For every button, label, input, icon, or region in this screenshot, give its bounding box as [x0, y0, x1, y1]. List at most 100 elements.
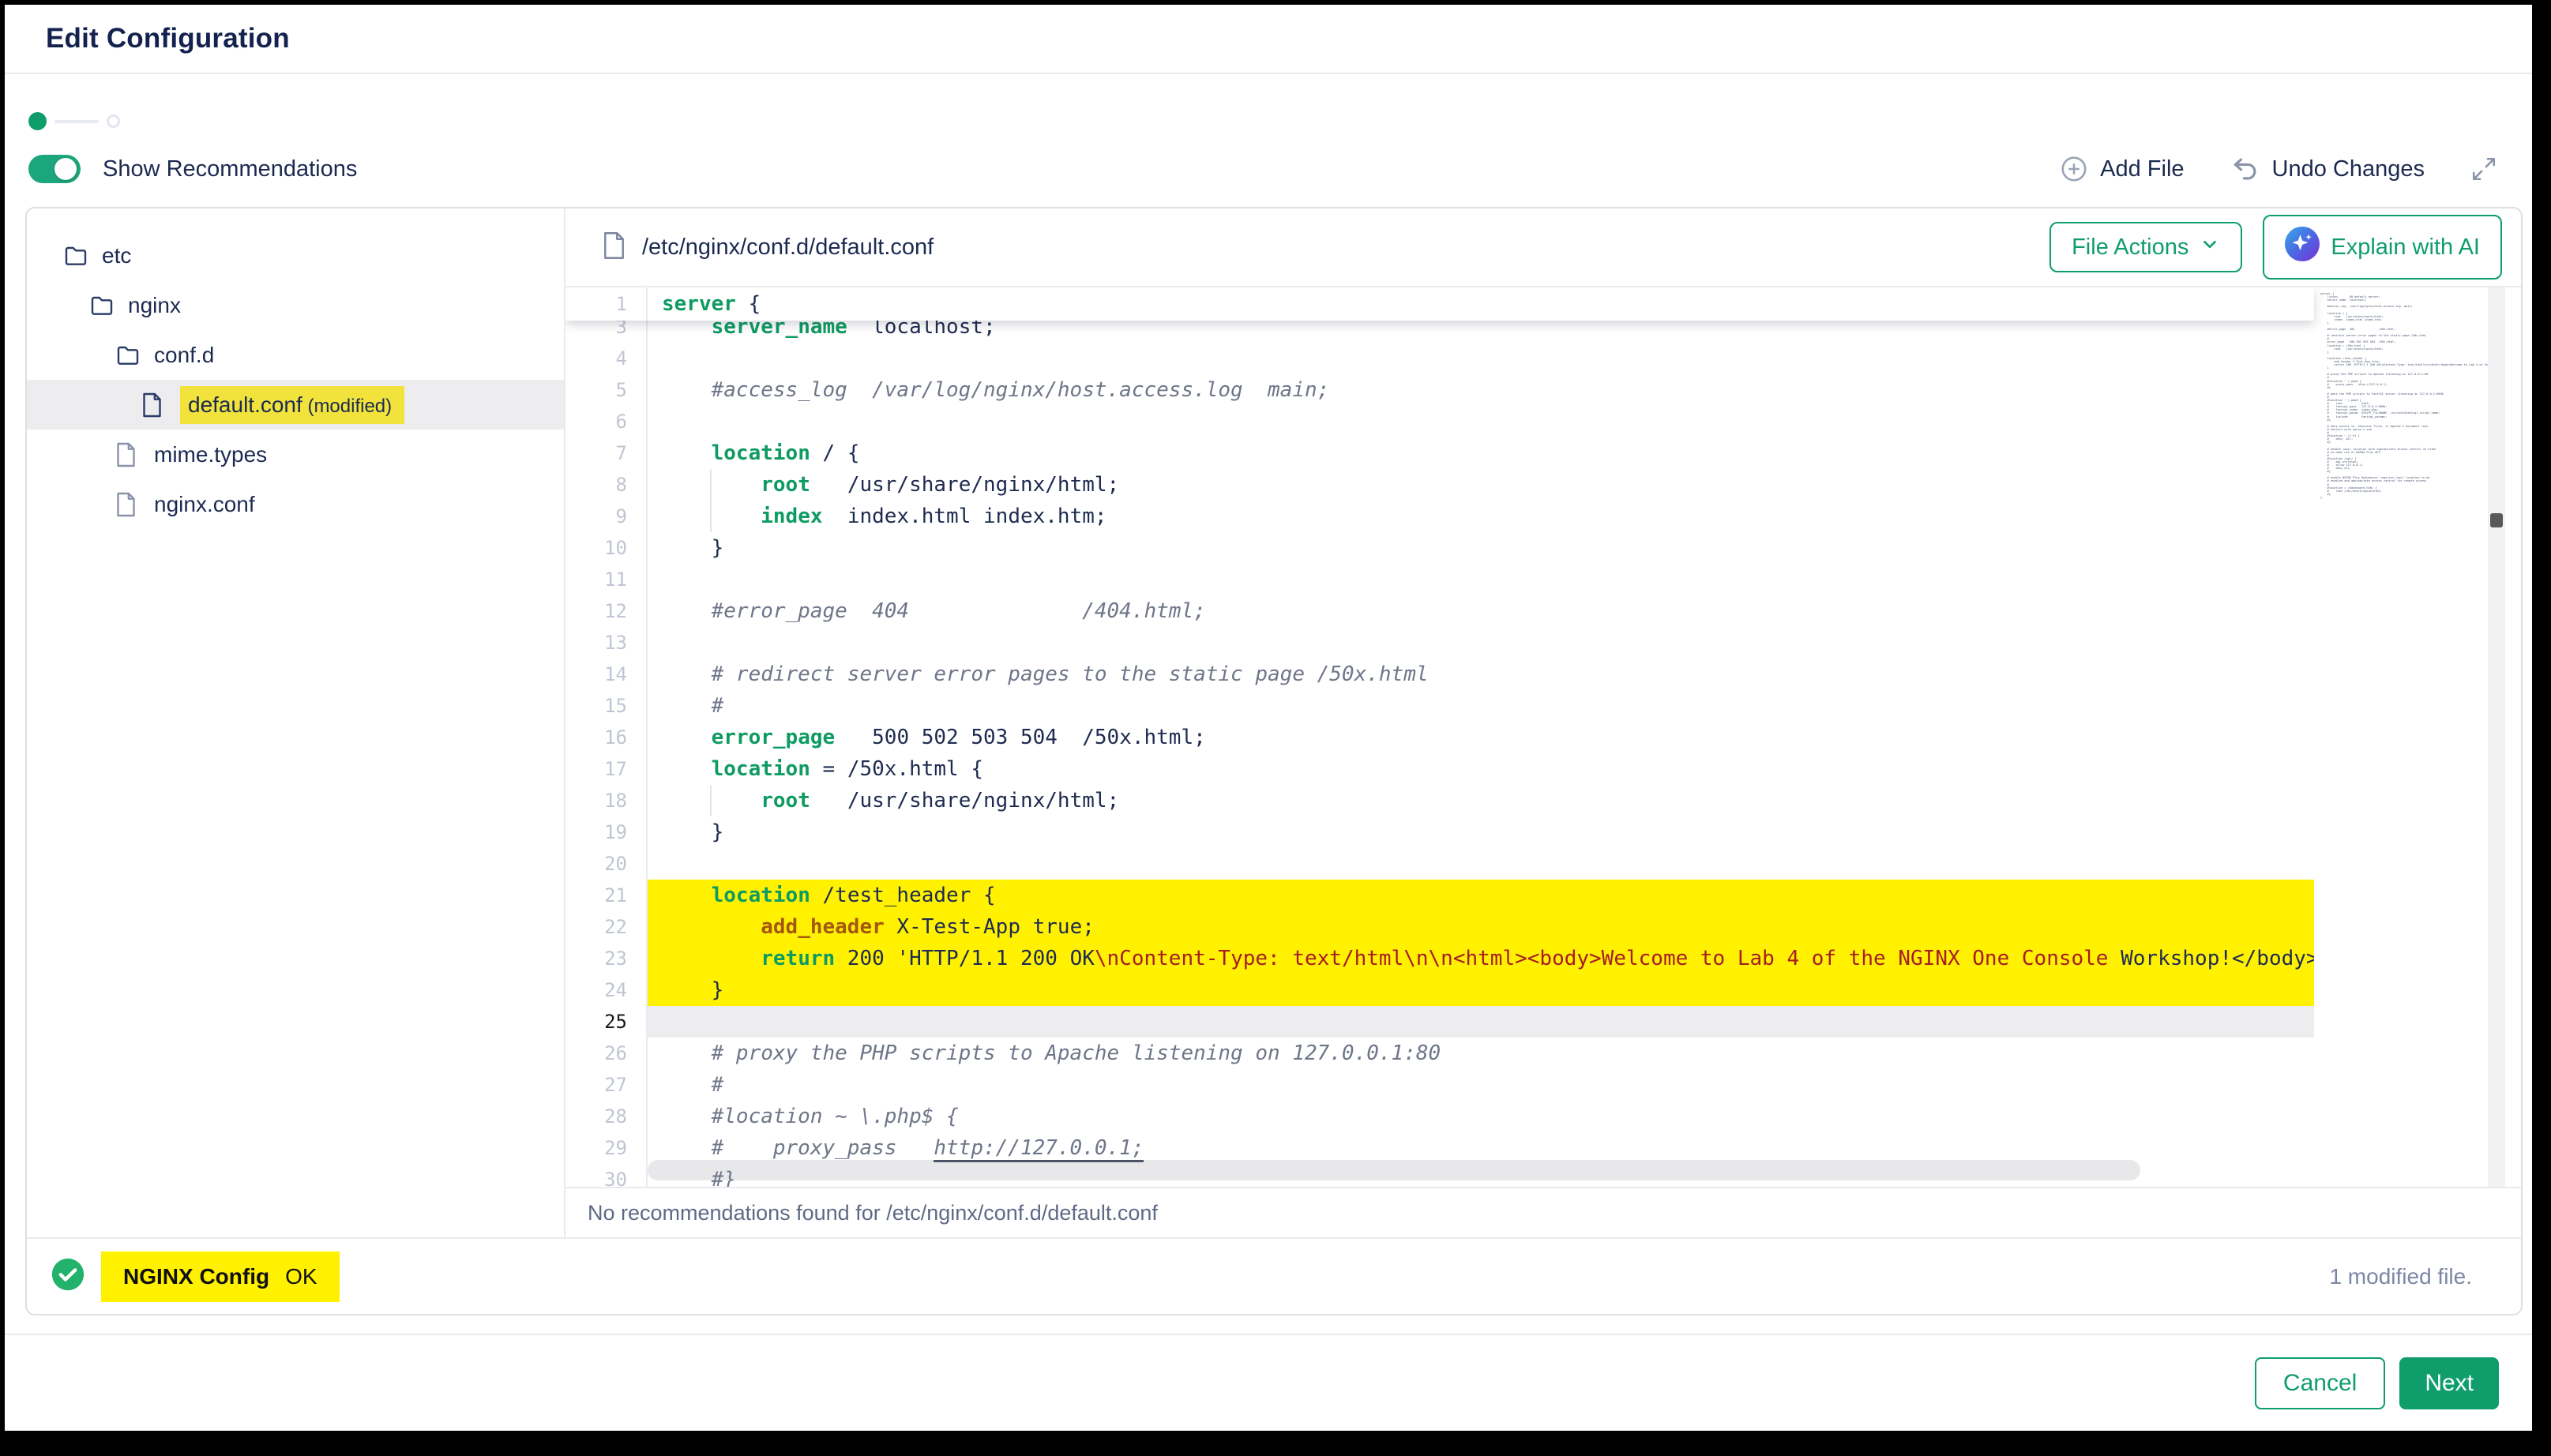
- tree-item-mime.types[interactable]: mime.types: [27, 430, 564, 479]
- next-button[interactable]: Next: [2399, 1357, 2499, 1409]
- recommendations-status: No recommendations found for /etc/nginx/…: [565, 1187, 2521, 1237]
- sticky-line-code: server {: [648, 287, 761, 321]
- line-number: 22: [565, 911, 646, 943]
- toggle-knob: [54, 158, 77, 180]
- tree-item-label: default.conf (modified): [180, 386, 404, 424]
- modal-header: Edit Configuration: [5, 5, 2532, 74]
- show-recommendations-toggle[interactable]: [28, 155, 81, 183]
- line-number: 21: [565, 880, 646, 911]
- code-line-9: index index.html index.htm;: [648, 501, 2314, 532]
- folder-icon: [89, 293, 115, 318]
- tree-item-nginx.conf[interactable]: nginx.conf: [27, 479, 564, 529]
- file-actions-button[interactable]: File Actions: [2049, 222, 2242, 272]
- vertical-scrollbar-thumb[interactable]: [2490, 513, 2503, 527]
- configuration-panel: etc nginx conf.d default.conf (modified) mim…: [25, 207, 2523, 1315]
- step-1-dot: [28, 112, 47, 130]
- code-line-11: [648, 564, 2314, 595]
- tree-item-nginx[interactable]: nginx: [27, 280, 564, 330]
- chevron-down-icon: [2200, 234, 2220, 261]
- line-number: 29: [565, 1132, 646, 1164]
- config-status-bar: NGINX Config OK 1 modified file.: [27, 1237, 2521, 1314]
- nginx-config-status-badge: NGINX Config OK: [101, 1251, 340, 1302]
- undo-icon: [2230, 154, 2260, 184]
- code-line-24: }: [648, 974, 2314, 1006]
- code-line-19: }: [648, 816, 2314, 848]
- minimap-column: server { listen 80 default_server; serve…: [2314, 287, 2521, 1187]
- step-2-dot: [107, 114, 120, 128]
- modal-footer: Cancel Next: [5, 1334, 2532, 1431]
- code-line-22: add_header X-Test-App true;: [648, 911, 2314, 943]
- tree-item-conf.d[interactable]: conf.d: [27, 330, 564, 380]
- sticky-line-number: 1: [565, 287, 648, 321]
- line-number: 8: [565, 469, 646, 501]
- code-editor[interactable]: 3456789101112131415161718192021222324252…: [565, 287, 2521, 1187]
- explain-with-ai-button[interactable]: Explain with AI: [2263, 215, 2502, 280]
- line-number: 13: [565, 627, 646, 659]
- line-number: 27: [565, 1069, 646, 1101]
- code-line-27: #: [648, 1069, 2314, 1101]
- vertical-scrollbar[interactable]: [2488, 287, 2505, 1187]
- file-icon: [602, 231, 626, 264]
- ai-sparkle-icon: [2285, 227, 2320, 268]
- tree-item-etc[interactable]: etc: [27, 231, 564, 280]
- code-line-14: # redirect server error pages to the sta…: [648, 659, 2314, 690]
- code-line-29: # proxy_pass http://127.0.0.1;: [648, 1132, 2314, 1164]
- code-lines: server_name localhost; #access_log /var/…: [648, 287, 2314, 1187]
- code-line-7: location / {: [648, 437, 2314, 469]
- line-number: 11: [565, 564, 646, 595]
- minimap[interactable]: server { listen 80 default_server; serve…: [2314, 287, 2488, 1187]
- line-number: 25: [565, 1006, 646, 1038]
- expand-icon: [2470, 156, 2497, 182]
- check-circle-icon: [51, 1257, 85, 1296]
- line-number: 10: [565, 532, 646, 564]
- line-number: 18: [565, 785, 646, 816]
- cancel-button[interactable]: Cancel: [2255, 1357, 2385, 1409]
- recommendations-message: No recommendations found for /etc/nginx/…: [588, 1201, 1158, 1225]
- line-number: 15: [565, 690, 646, 722]
- toolbar: Show Recommendations Add File Undo Chang…: [28, 145, 2497, 193]
- file-actions-label: File Actions: [2072, 235, 2188, 261]
- file-icon: [115, 492, 141, 517]
- code-line-16: error_page 500 502 503 504 /50x.html;: [648, 722, 2314, 753]
- editor-pane: /etc/nginx/conf.d/default.conf File Acti…: [565, 208, 2521, 1237]
- tree-item-label: etc: [102, 243, 131, 268]
- expand-button[interactable]: [2470, 156, 2497, 182]
- line-number: 12: [565, 595, 646, 627]
- code-line-4: [648, 343, 2314, 374]
- tree-item-label: nginx: [128, 293, 181, 318]
- file-path: /etc/nginx/conf.d/default.conf: [642, 235, 934, 261]
- step-connector: [54, 120, 99, 123]
- code-line-6: [648, 406, 2314, 437]
- line-number: 19: [565, 816, 646, 848]
- code-line-25: [648, 1006, 2314, 1038]
- code-line-28: #location ~ \.php$ {: [648, 1101, 2314, 1132]
- line-number: 23: [565, 943, 646, 974]
- modified-files-note: 1 modified file.: [2329, 1264, 2472, 1289]
- line-number-gutter: 3456789101112131415161718192021222324252…: [565, 287, 648, 1187]
- code-line-20: [648, 848, 2314, 880]
- line-number: 9: [565, 501, 646, 532]
- minimap-spacer: [2505, 287, 2521, 1187]
- code-line-13: [648, 627, 2314, 659]
- code-line-23: return 200 'HTTP/1.1 200 OK\nContent-Typ…: [648, 943, 2314, 974]
- line-number: 7: [565, 437, 646, 469]
- tree-item-label: conf.d: [154, 343, 214, 368]
- line-number: 6: [565, 406, 646, 437]
- code-line-12: #error_page 404 /404.html;: [648, 595, 2314, 627]
- show-recommendations-label: Show Recommendations: [103, 156, 357, 182]
- undo-changes-label: Undo Changes: [2272, 156, 2425, 182]
- line-number: 20: [565, 848, 646, 880]
- file-icon: [141, 392, 167, 418]
- sticky-line: 1 server {: [565, 287, 2314, 321]
- tree-item-default.conf[interactable]: default.conf (modified): [27, 380, 564, 430]
- tree-item-label: mime.types: [154, 442, 267, 467]
- line-number: 26: [565, 1038, 646, 1069]
- undo-changes-button[interactable]: Undo Changes: [2230, 154, 2425, 184]
- code-line-8: root /usr/share/nginx/html;: [648, 469, 2314, 501]
- line-number: 17: [565, 753, 646, 785]
- tree-item-label: nginx.conf: [154, 492, 255, 517]
- editor-header: /etc/nginx/conf.d/default.conf File Acti…: [565, 208, 2521, 287]
- add-file-button[interactable]: Add File: [2060, 155, 2184, 183]
- file-tree: etc nginx conf.d default.conf (modified) mim…: [27, 208, 565, 1237]
- stepper: [28, 112, 120, 130]
